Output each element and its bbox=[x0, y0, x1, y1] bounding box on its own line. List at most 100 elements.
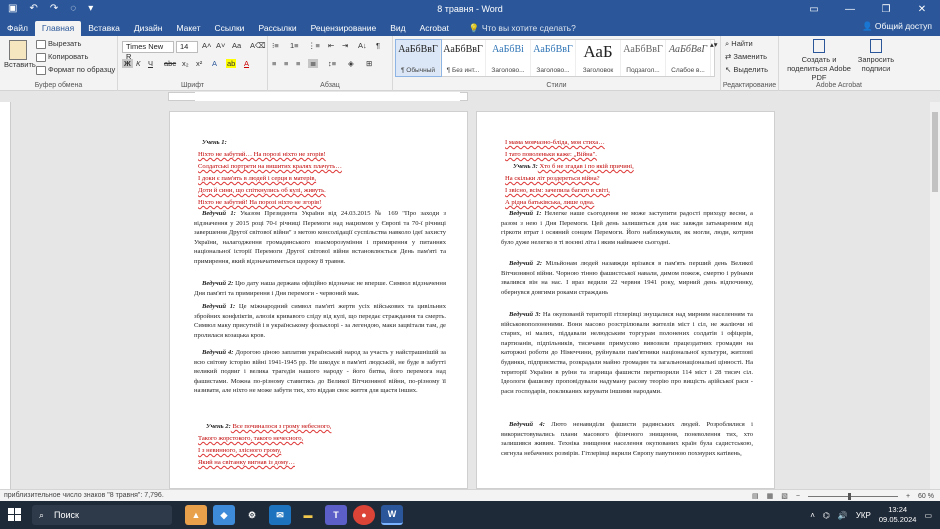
find-button[interactable]: ⌕ Найти bbox=[725, 39, 753, 49]
maximize-icon[interactable]: ❐ bbox=[868, 0, 904, 19]
network-icon[interactable]: ⌬ bbox=[823, 511, 830, 520]
styles-scroll-icon[interactable]: ▴▾ bbox=[710, 40, 718, 49]
replace-button[interactable]: ⇄ Заменить bbox=[725, 52, 767, 61]
tab-home[interactable]: Главная bbox=[34, 21, 82, 36]
vertical-ruler[interactable] bbox=[0, 102, 11, 489]
document-paragraph[interactable]: Доти й сини, що спіткнулись об кулі, жив… bbox=[198, 186, 450, 196]
style-heading1[interactable]: АаБбВі Заголово... bbox=[486, 40, 531, 76]
sort-icon[interactable]: A↓ bbox=[358, 41, 367, 50]
font-name-box[interactable]: Times New R bbox=[122, 41, 174, 61]
document-paragraph[interactable]: Учень 3: Хто б не згадав і по якій причи… bbox=[505, 162, 757, 172]
document-paragraph[interactable]: Учень 2: Все починалося з грому небесног… bbox=[198, 422, 450, 432]
borders-icon[interactable]: ⊞ bbox=[366, 59, 372, 68]
chevron-up-icon[interactable]: ˄ bbox=[810, 511, 815, 520]
document-paragraph[interactable]: Ніхто не забутий… На порозі ніхто не зго… bbox=[198, 150, 450, 160]
clear-format-icon[interactable]: A⌫ bbox=[250, 41, 266, 50]
superscript-icon[interactable]: x² bbox=[196, 59, 202, 68]
word-app-icon[interactable]: W bbox=[381, 505, 403, 525]
page-right[interactable]: І мама мовчазно-бліда, моя стиха… І тато … bbox=[476, 111, 775, 489]
underline-icon[interactable]: Ч bbox=[148, 59, 153, 68]
font-color-icon[interactable]: A bbox=[244, 59, 249, 68]
align-left-icon[interactable]: ≡ bbox=[272, 59, 276, 68]
style-subtle-emphasis[interactable]: АаБбВвГ Слабое в... bbox=[666, 40, 711, 76]
minimize-icon[interactable]: — bbox=[832, 0, 868, 19]
windows-start-icon[interactable] bbox=[8, 508, 22, 522]
tab-review[interactable]: Рецензирование bbox=[304, 21, 384, 36]
scrollbar-thumb[interactable] bbox=[932, 112, 938, 192]
style-title[interactable]: АаБ Заголовок bbox=[576, 40, 621, 76]
style-normal[interactable]: АаБбВвГ ¶ Обычный bbox=[395, 39, 442, 77]
zoom-out-icon[interactable]: − bbox=[796, 493, 800, 500]
word-count[interactable]: приблизительное число знаков "8 травня":… bbox=[4, 492, 164, 499]
read-mode-icon[interactable]: ▤ bbox=[752, 492, 759, 500]
document-paragraph[interactable]: Ведучий 1: Указом Президента України від… bbox=[194, 209, 446, 267]
select-button[interactable]: ↖ Выделить bbox=[725, 65, 768, 74]
strikethrough-icon[interactable]: abc bbox=[164, 59, 176, 68]
tab-view[interactable]: Вид bbox=[383, 21, 412, 36]
style-no-spacing[interactable]: АаБбВвГ ¶ Без инт... bbox=[441, 40, 486, 76]
tab-mailings[interactable]: Рассылки bbox=[251, 21, 303, 36]
tab-insert[interactable]: Вставка bbox=[81, 21, 127, 36]
line-spacing-icon[interactable]: ↕≡ bbox=[328, 59, 336, 68]
font-size-box[interactable]: 14 bbox=[176, 41, 198, 53]
numbering-icon[interactable]: 1≡ bbox=[290, 41, 299, 50]
document-paragraph[interactable]: На скільки літ роздереться війна? bbox=[505, 174, 757, 184]
ribbon-display-icon[interactable]: ▭ bbox=[796, 0, 832, 19]
taskbar-search[interactable]: ⌕ Поиск bbox=[32, 505, 172, 525]
justify-icon[interactable]: ≣ bbox=[308, 59, 319, 68]
zoom-in-icon[interactable]: + bbox=[906, 493, 910, 500]
document-paragraph[interactable]: Такого жорстокого, такого нечесного, bbox=[198, 434, 450, 444]
tab-design[interactable]: Дизайн bbox=[127, 21, 170, 36]
change-case-icon[interactable]: Aa bbox=[232, 41, 241, 50]
teams-app-icon[interactable]: T bbox=[325, 505, 347, 525]
print-layout-icon[interactable]: ▦ bbox=[767, 492, 774, 500]
align-center-icon[interactable]: ≡ bbox=[284, 59, 288, 68]
style-heading2[interactable]: АаБбВвГ Заголово... bbox=[531, 40, 576, 76]
document-paragraph[interactable]: Ведучий 1: Нелегке наше сьогодення не мо… bbox=[501, 209, 753, 247]
clock[interactable]: 13:24 09.05.2024 bbox=[879, 505, 917, 525]
files-app-icon[interactable]: ◆ bbox=[213, 505, 235, 525]
document-paragraph[interactable]: І звісно, всім: зачепила багато в світі, bbox=[505, 186, 757, 196]
format-painter-button[interactable]: Формат по образцу bbox=[36, 65, 115, 75]
page-left[interactable]: Учень 1: Ніхто не забутий… На порозі ніхт… bbox=[169, 111, 468, 489]
document-paragraph[interactable]: Ведучий 2: Мільйонам людей назавжди вріз… bbox=[501, 259, 753, 297]
create-pdf-button[interactable]: Создать и поделиться Adobe PDF bbox=[781, 39, 857, 82]
document-paragraph[interactable]: І тато поволеньки каже: „Війна". bbox=[505, 150, 757, 160]
font-grow-icon[interactable]: A˄ bbox=[202, 41, 211, 50]
document-paragraph[interactable]: І з невинного, злісного грому, bbox=[198, 446, 450, 456]
close-icon[interactable]: ✕ bbox=[904, 0, 940, 19]
document-paragraph[interactable]: Солдатські портрети на вишитих кралях пл… bbox=[198, 162, 450, 172]
font-shrink-icon[interactable]: A˅ bbox=[216, 41, 225, 50]
bold-icon[interactable]: Ж bbox=[122, 59, 133, 68]
document-paragraph[interactable]: Ведучий 4: Дорогою ціною заплатив україн… bbox=[194, 348, 446, 396]
decrease-indent-icon[interactable]: ⇤ bbox=[328, 41, 334, 50]
pilcrow-icon[interactable]: ¶ bbox=[376, 41, 380, 50]
document-paragraph[interactable]: І мама мовчазно-бліда, моя стиха… bbox=[505, 138, 757, 148]
request-signatures-button[interactable]: Запросить подписи bbox=[857, 39, 895, 73]
copy-button[interactable]: Копировать bbox=[36, 52, 88, 62]
zoom-slider[interactable] bbox=[807, 492, 898, 500]
align-right-icon[interactable]: ≡ bbox=[296, 59, 300, 68]
cut-button[interactable]: Вырезать bbox=[36, 39, 81, 49]
web-layout-icon[interactable]: ▧ bbox=[781, 492, 788, 500]
chrome-app-icon[interactable]: ● bbox=[353, 505, 375, 525]
tab-acrobat[interactable]: Acrobat bbox=[413, 21, 456, 36]
style-subtitle[interactable]: АаБбВвГ Подзагол... bbox=[621, 40, 666, 76]
document-paragraph[interactable]: Ведучий 2: Цю дату наша держава офіційно… bbox=[194, 279, 446, 298]
paste-button[interactable]: Вставить bbox=[4, 40, 36, 69]
tab-references[interactable]: Ссылки bbox=[208, 21, 252, 36]
tab-file[interactable]: Файл bbox=[0, 21, 35, 36]
increase-indent-icon[interactable]: ⇥ bbox=[342, 41, 348, 50]
document-paragraph[interactable]: Учень 1: bbox=[194, 138, 446, 148]
italic-icon[interactable]: К bbox=[136, 59, 140, 68]
document-paragraph[interactable]: І доки є пам'ять в людей і серця в матер… bbox=[198, 174, 450, 184]
settings-app-icon[interactable]: ⚙ bbox=[241, 505, 263, 525]
text-effects-icon[interactable]: A bbox=[212, 59, 217, 68]
horizontal-ruler[interactable] bbox=[0, 91, 940, 102]
document-paragraph[interactable]: Ведучий 3: На окупованій території гітле… bbox=[501, 310, 753, 396]
tab-layout[interactable]: Макет bbox=[169, 21, 207, 36]
share-button[interactable]: 👤 Общий доступ bbox=[862, 21, 932, 32]
document-paragraph[interactable]: Ніхто не забутий! На порозі ніхто не зго… bbox=[198, 198, 450, 208]
volume-icon[interactable]: 🔊 bbox=[838, 511, 848, 520]
notifications-icon[interactable]: ▭ bbox=[924, 511, 932, 520]
